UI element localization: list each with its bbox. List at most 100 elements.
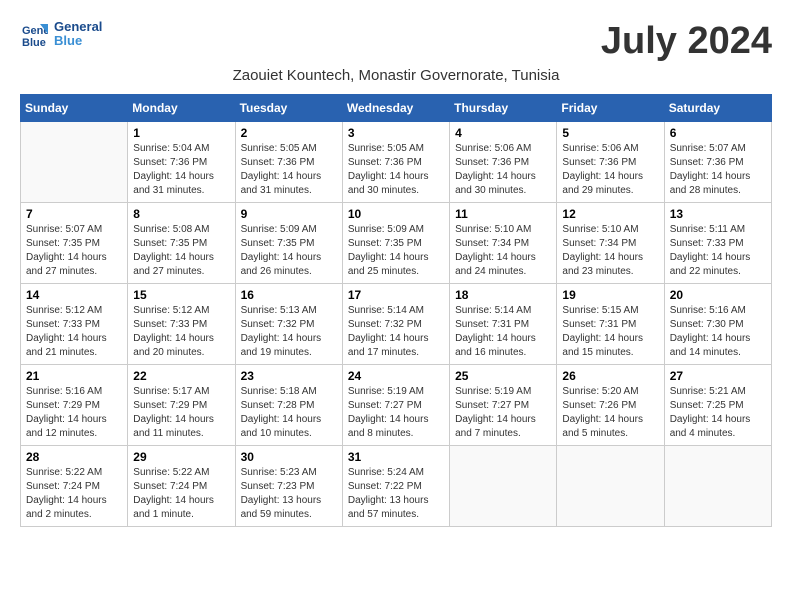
calendar-cell: 8 Sunrise: 5:08 AMSunset: 7:35 PMDaylight…: [128, 203, 235, 284]
day-info: Sunrise: 5:11 AMSunset: 7:33 PMDaylight:…: [670, 223, 766, 279]
logo-line2: Blue: [54, 34, 102, 48]
day-number: 8: [133, 207, 229, 221]
day-number: 24: [348, 369, 444, 383]
weekday-header-wednesday: Wednesday: [342, 95, 449, 122]
day-info: Sunrise: 5:10 AMSunset: 7:34 PMDaylight:…: [562, 223, 658, 279]
svg-text:Blue: Blue: [22, 37, 46, 48]
calendar-cell: 25 Sunrise: 5:19 AMSunset: 7:27 PMDayligh…: [450, 365, 557, 446]
day-info: Sunrise: 5:12 AMSunset: 7:33 PMDaylight:…: [26, 304, 122, 360]
day-number: 17: [348, 288, 444, 302]
calendar-cell: 27 Sunrise: 5:21 AMSunset: 7:25 PMDayligh…: [664, 365, 771, 446]
day-info: Sunrise: 5:19 AMSunset: 7:27 PMDaylight:…: [348, 385, 444, 441]
day-info: Sunrise: 5:05 AMSunset: 7:36 PMDaylight:…: [241, 142, 337, 198]
day-info: Sunrise: 5:08 AMSunset: 7:35 PMDaylight:…: [133, 223, 229, 279]
location-title: Zaouiet Kountech, Monastir Governorate, …: [20, 67, 772, 84]
day-number: 14: [26, 288, 122, 302]
calendar-cell: 22Sunrise: 5:17 AMSunset: 7:29 PMDayligh…: [128, 365, 235, 446]
day-info: Sunrise: 5:09 AMSunset: 7:35 PMDaylight:…: [241, 223, 337, 279]
weekday-header-tuesday: Tuesday: [235, 95, 342, 122]
calendar-cell: 7 Sunrise: 5:07 AMSunset: 7:35 PMDaylight…: [21, 203, 128, 284]
calendar-cell: 14 Sunrise: 5:12 AMSunset: 7:33 PMDayligh…: [21, 284, 128, 365]
calendar-cell: 4 Sunrise: 5:06 AMSunset: 7:36 PMDaylight…: [450, 122, 557, 203]
day-number: 19: [562, 288, 658, 302]
calendar-cell: [450, 446, 557, 527]
day-number: 13: [670, 207, 766, 221]
calendar-cell: 31 Sunrise: 5:24 AMSunset: 7:22 PMDayligh…: [342, 446, 449, 527]
calendar-cell: 30Sunrise: 5:23 AMSunset: 7:23 PMDayligh…: [235, 446, 342, 527]
day-info: Sunrise: 5:22 AMSunset: 7:24 PMDaylight:…: [133, 466, 229, 522]
calendar-cell: 19 Sunrise: 5:15 AMSunset: 7:31 PMDayligh…: [557, 284, 664, 365]
day-info: Sunrise: 5:06 AMSunset: 7:36 PMDaylight:…: [562, 142, 658, 198]
calendar-cell: [21, 122, 128, 203]
day-info: Sunrise: 5:07 AMSunset: 7:36 PMDaylight:…: [670, 142, 766, 198]
day-info: Sunrise: 5:10 AMSunset: 7:34 PMDaylight:…: [455, 223, 551, 279]
day-info: Sunrise: 5:21 AMSunset: 7:25 PMDaylight:…: [670, 385, 766, 441]
calendar-cell: 1 Sunrise: 5:04 AMSunset: 7:36 PMDaylight…: [128, 122, 235, 203]
calendar-cell: 26 Sunrise: 5:20 AMSunset: 7:26 PMDayligh…: [557, 365, 664, 446]
day-number: 5: [562, 126, 658, 140]
calendar-cell: 18 Sunrise: 5:14 AMSunset: 7:31 PMDayligh…: [450, 284, 557, 365]
day-info: Sunrise: 5:13 AMSunset: 7:32 PMDaylight:…: [241, 304, 337, 360]
day-number: 12: [562, 207, 658, 221]
weekday-header-sunday: Sunday: [21, 95, 128, 122]
day-number: 26: [562, 369, 658, 383]
logo-line1: General: [54, 20, 102, 34]
calendar-cell: 2 Sunrise: 5:05 AMSunset: 7:36 PMDaylight…: [235, 122, 342, 203]
day-number: 2: [241, 126, 337, 140]
day-number: 29: [133, 450, 229, 464]
day-info: Sunrise: 5:16 AMSunset: 7:29 PMDaylight:…: [26, 385, 122, 441]
calendar-cell: 9 Sunrise: 5:09 AMSunset: 7:35 PMDaylight…: [235, 203, 342, 284]
day-info: Sunrise: 5:19 AMSunset: 7:27 PMDaylight:…: [455, 385, 551, 441]
day-number: 7: [26, 207, 122, 221]
day-number: 4: [455, 126, 551, 140]
day-info: Sunrise: 5:05 AMSunset: 7:36 PMDaylight:…: [348, 142, 444, 198]
day-info: Sunrise: 5:09 AMSunset: 7:35 PMDaylight:…: [348, 223, 444, 279]
day-info: Sunrise: 5:22 AMSunset: 7:24 PMDaylight:…: [26, 466, 122, 522]
day-info: Sunrise: 5:12 AMSunset: 7:33 PMDaylight:…: [133, 304, 229, 360]
calendar-cell: 12 Sunrise: 5:10 AMSunset: 7:34 PMDayligh…: [557, 203, 664, 284]
day-info: Sunrise: 5:15 AMSunset: 7:31 PMDaylight:…: [562, 304, 658, 360]
day-number: 9: [241, 207, 337, 221]
calendar-cell: 11 Sunrise: 5:10 AMSunset: 7:34 PMDayligh…: [450, 203, 557, 284]
day-info: Sunrise: 5:04 AMSunset: 7:36 PMDaylight:…: [133, 142, 229, 198]
day-number: 6: [670, 126, 766, 140]
day-info: Sunrise: 5:14 AMSunset: 7:32 PMDaylight:…: [348, 304, 444, 360]
weekday-header-monday: Monday: [128, 95, 235, 122]
day-info: Sunrise: 5:14 AMSunset: 7:31 PMDaylight:…: [455, 304, 551, 360]
calendar-cell: [557, 446, 664, 527]
day-number: 18: [455, 288, 551, 302]
calendar-cell: 23Sunrise: 5:18 AMSunset: 7:28 PMDayligh…: [235, 365, 342, 446]
day-info: Sunrise: 5:07 AMSunset: 7:35 PMDaylight:…: [26, 223, 122, 279]
calendar-cell: 28 Sunrise: 5:22 AMSunset: 7:24 PMDayligh…: [21, 446, 128, 527]
day-info: Sunrise: 5:06 AMSunset: 7:36 PMDaylight:…: [455, 142, 551, 198]
calendar-cell: 15Sunrise: 5:12 AMSunset: 7:33 PMDayligh…: [128, 284, 235, 365]
day-number: 3: [348, 126, 444, 140]
day-number: 25: [455, 369, 551, 383]
day-info: Sunrise: 5:20 AMSunset: 7:26 PMDaylight:…: [562, 385, 658, 441]
calendar-cell: 16 Sunrise: 5:13 AMSunset: 7:32 PMDayligh…: [235, 284, 342, 365]
calendar-cell: 21 Sunrise: 5:16 AMSunset: 7:29 PMDayligh…: [21, 365, 128, 446]
logo-icon: General Blue: [20, 20, 48, 48]
calendar-cell: 24 Sunrise: 5:19 AMSunset: 7:27 PMDayligh…: [342, 365, 449, 446]
calendar-cell: 17 Sunrise: 5:14 AMSunset: 7:32 PMDayligh…: [342, 284, 449, 365]
day-number: 11: [455, 207, 551, 221]
day-number: 28: [26, 450, 122, 464]
day-number: 23: [241, 369, 337, 383]
day-info: Sunrise: 5:16 AMSunset: 7:30 PMDaylight:…: [670, 304, 766, 360]
calendar-cell: 10 Sunrise: 5:09 AMSunset: 7:35 PMDayligh…: [342, 203, 449, 284]
day-number: 21: [26, 369, 122, 383]
calendar-cell: 20 Sunrise: 5:16 AMSunset: 7:30 PMDayligh…: [664, 284, 771, 365]
calendar-cell: [664, 446, 771, 527]
day-number: 27: [670, 369, 766, 383]
day-number: 30: [241, 450, 337, 464]
calendar-cell: 13 Sunrise: 5:11 AMSunset: 7:33 PMDayligh…: [664, 203, 771, 284]
calendar-cell: 29 Sunrise: 5:22 AMSunset: 7:24 PMDayligh…: [128, 446, 235, 527]
day-number: 20: [670, 288, 766, 302]
day-number: 10: [348, 207, 444, 221]
day-info: Sunrise: 5:17 AMSunset: 7:29 PMDaylight:…: [133, 385, 229, 441]
day-info: Sunrise: 5:24 AMSunset: 7:22 PMDaylight:…: [348, 466, 444, 522]
calendar-cell: 5 Sunrise: 5:06 AMSunset: 7:36 PMDaylight…: [557, 122, 664, 203]
day-number: 16: [241, 288, 337, 302]
day-number: 1: [133, 126, 229, 140]
day-number: 31: [348, 450, 444, 464]
